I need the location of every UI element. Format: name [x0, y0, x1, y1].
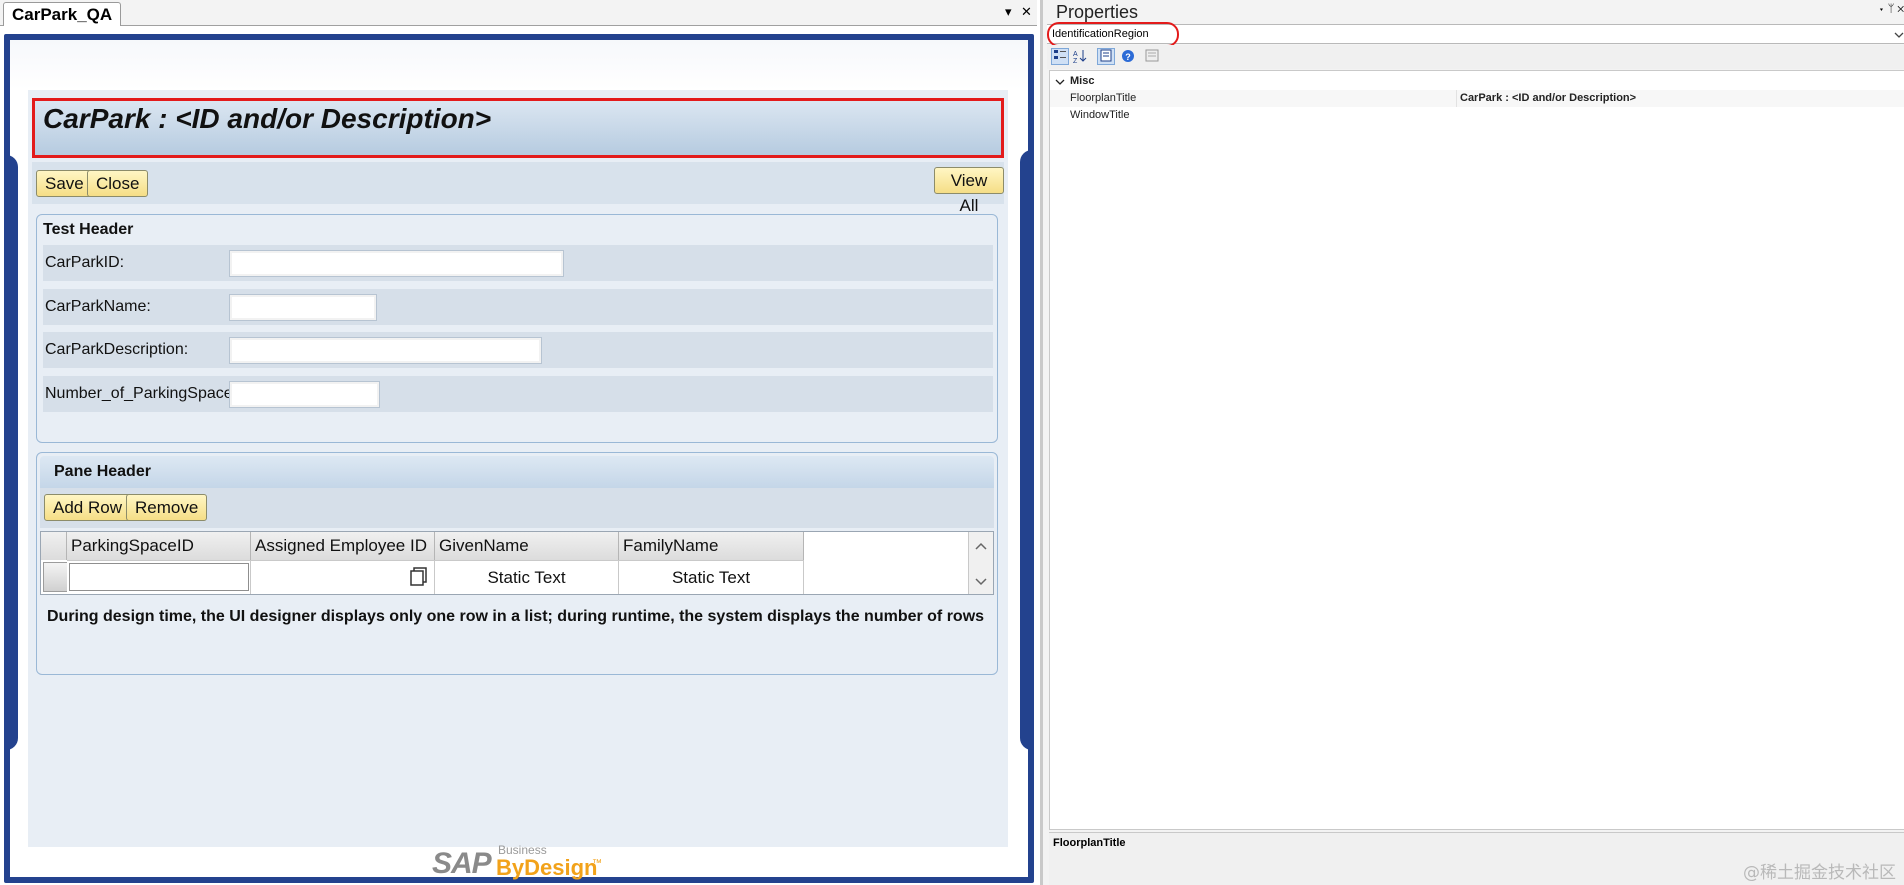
collapse-chevron-icon[interactable]	[1055, 77, 1065, 87]
watermark: @稀土掘金技术社区	[1743, 863, 1896, 883]
floorplan-frame: CarPark : <ID and/or Description> Save C…	[4, 34, 1034, 883]
form-row-number-of-parkingspaces: Number_of_ParkingSpaces:	[43, 376, 993, 412]
property-value[interactable]: CarPark : <ID and/or Description>	[1456, 90, 1636, 107]
properties-pane: Properties ▾ ᛘ ✕ IdentificationRegion AZ…	[1040, 0, 1904, 885]
frame-top-band	[10, 40, 1028, 90]
number-of-parkingspaces-label: Number_of_ParkingSpaces:	[45, 385, 246, 402]
frame-right-decoration	[1020, 150, 1034, 750]
sap-bydesign-logo: SAP Business ByDesign ™	[432, 843, 612, 880]
familyname-cell: Static Text	[619, 560, 804, 594]
logo-bydesign: ByDesign	[496, 855, 598, 880]
form-row-carparkid: CarParkID:	[43, 245, 993, 281]
carparkid-label: CarParkID:	[45, 254, 125, 271]
parkingspaceid-cell-input[interactable]	[69, 563, 249, 591]
alphabetical-sort-icon[interactable]: AZ	[1071, 48, 1089, 65]
table-scrollbar[interactable]	[968, 532, 993, 594]
scroll-down-icon[interactable]	[969, 572, 993, 592]
carparkdescription-label: CarParkDescription:	[45, 341, 189, 358]
pane-title: Pane Header	[54, 463, 151, 480]
properties-title: Properties	[1056, 2, 1139, 22]
logo-sap: SAP	[432, 847, 492, 880]
property-row-windowtitle[interactable]: WindowTitle	[1050, 107, 1904, 124]
scroll-up-icon[interactable]	[969, 536, 993, 556]
close-button[interactable]: Close	[87, 170, 149, 197]
givenname-cell: Static Text	[435, 560, 619, 594]
description-title: FloorplanTitle	[1053, 837, 1126, 849]
table-row	[67, 560, 251, 594]
column-header-parkingspaceid[interactable]: ParkingSpaceID	[67, 532, 251, 560]
categorized-view-icon[interactable]	[1051, 48, 1069, 65]
floorplan-title: CarPark : <ID and/or Description>	[43, 103, 492, 134]
design-time-hint: During design time, the UI designer disp…	[47, 608, 985, 625]
view-all-button[interactable]: View All	[934, 167, 1004, 215]
add-row-button[interactable]: Add Row	[44, 494, 131, 521]
parking-space-table: ParkingSpaceID Assigned Employee ID Give…	[40, 531, 994, 595]
carparkid-input[interactable]	[229, 250, 564, 277]
form-row-carparkname: CarParkName:	[43, 289, 993, 325]
svg-text:A: A	[1073, 51, 1078, 58]
carparkdescription-input[interactable]	[229, 337, 542, 364]
chevron-down-icon[interactable]	[1893, 29, 1904, 41]
document-tab-bar: CarPark_QA ▾ ✕	[0, 0, 1037, 26]
property-name: WindowTitle	[1070, 109, 1130, 121]
properties-window-controls[interactable]: ▾ ᛘ ✕	[1878, 3, 1904, 15]
property-name: FloorplanTitle	[1070, 92, 1137, 104]
property-pages-icon[interactable]	[1143, 48, 1161, 65]
svg-text:Z: Z	[1073, 58, 1078, 63]
properties-view-icon[interactable]	[1097, 48, 1115, 65]
context-toolbar: Save Close View All	[32, 162, 1004, 215]
column-header-givenname[interactable]: GivenName	[435, 532, 619, 560]
carparkname-label: CarParkName:	[45, 298, 151, 315]
help-icon[interactable]: ?	[1119, 48, 1137, 65]
pane-toolbar: Add Row Remove	[40, 488, 994, 528]
logo-tm: ™	[592, 858, 602, 869]
highlight-oval	[1047, 22, 1179, 47]
tab-menu-icon[interactable]: ▾	[1005, 4, 1012, 20]
property-grid: Misc FloorplanTitle CarPark : <ID and/or…	[1049, 70, 1904, 830]
properties-toolbar: AZ ?	[1047, 45, 1904, 69]
svg-text:?: ?	[1125, 52, 1131, 62]
number-of-parkingspaces-input[interactable]	[229, 381, 380, 408]
floorplan-canvas: CarPark : <ID and/or Description> Save C…	[28, 90, 1008, 847]
column-header-assigned-employee-id[interactable]: Assigned Employee ID	[251, 532, 435, 560]
form-row-carparkdescription: CarParkDescription:	[43, 332, 993, 368]
save-button[interactable]: Save	[36, 170, 93, 197]
category-label: Misc	[1070, 75, 1095, 87]
identification-region[interactable]: CarPark : <ID and/or Description>	[32, 98, 1004, 158]
value-help-icon[interactable]	[410, 567, 428, 587]
frame-left-decoration	[4, 155, 18, 750]
document-tab[interactable]: CarPark_QA	[3, 2, 122, 26]
remove-button[interactable]: Remove	[126, 494, 208, 521]
object-selector[interactable]: IdentificationRegion	[1047, 22, 1904, 47]
tab-close-icon[interactable]: ✕	[1021, 4, 1032, 20]
pane-header: Pane Header	[40, 456, 994, 488]
carparkname-input[interactable]	[229, 294, 377, 321]
section-title: Test Header	[43, 221, 134, 238]
test-header-section: Test Header CarParkID: CarParkName: CarP…	[36, 214, 998, 443]
assigned-employee-id-cell[interactable]	[251, 560, 435, 594]
column-header-familyname[interactable]: FamilyName	[619, 532, 804, 560]
pane-section: Pane Header Add Row Remove ParkingSpaceI…	[36, 452, 998, 675]
property-row-floorplantitle[interactable]: FloorplanTitle CarPark : <ID and/or Desc…	[1050, 90, 1904, 107]
designer-pane: CarPark_QA ▾ ✕ CarPark : <ID and/or Desc…	[0, 0, 1037, 885]
category-row-misc[interactable]: Misc	[1050, 73, 1904, 90]
row-selector-header	[41, 532, 67, 560]
